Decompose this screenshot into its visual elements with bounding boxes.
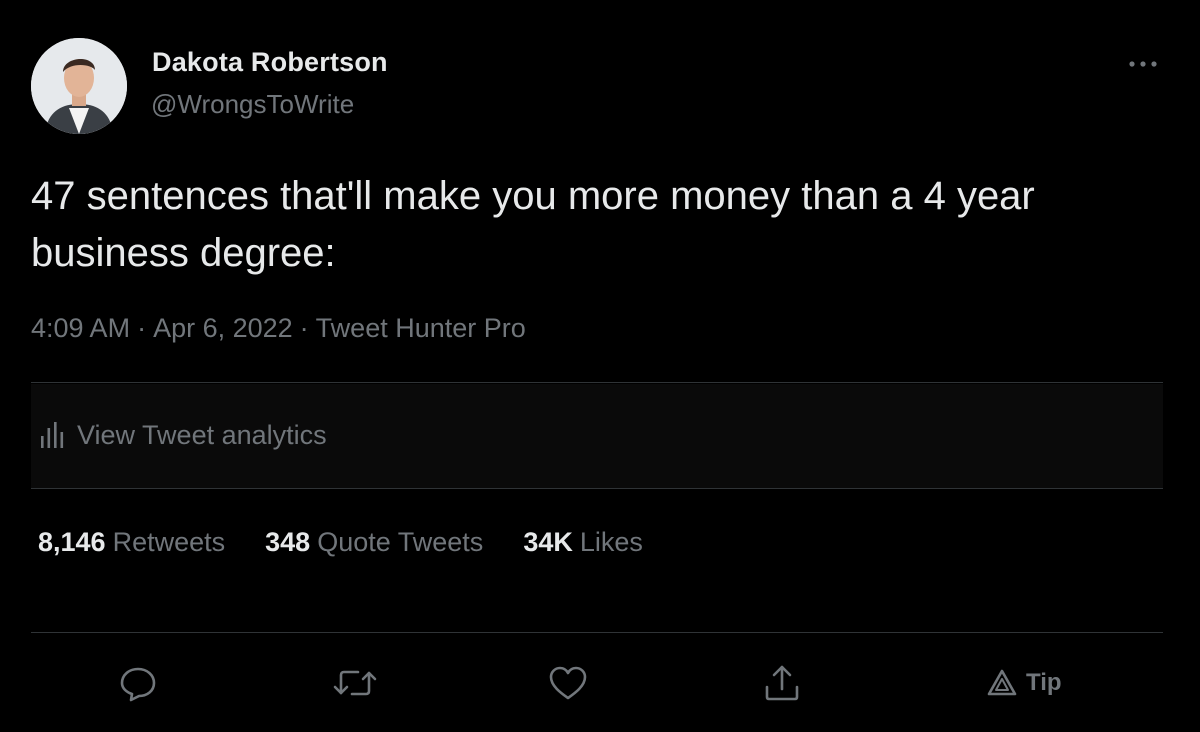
like-icon: [549, 666, 587, 700]
more-options-button[interactable]: [1122, 50, 1164, 78]
likes-count: 34K: [523, 527, 573, 557]
likes-label: Likes: [579, 527, 643, 557]
divider: [31, 488, 1163, 489]
avatar[interactable]: [31, 38, 127, 134]
author-name[interactable]: Dakota Robertson: [152, 47, 388, 78]
tweet-date[interactable]: Apr 6, 2022: [153, 313, 293, 343]
divider: [31, 632, 1163, 633]
quote-tweets-count: 348: [265, 527, 311, 557]
tip-label: Tip: [1026, 669, 1062, 696]
tweet-time[interactable]: 4:09 AM: [31, 313, 130, 343]
tweet-text: 47 sentences that'll make you more money…: [31, 174, 1035, 275]
divider: [31, 382, 1163, 383]
view-analytics-button[interactable]: View Tweet analytics: [31, 384, 1163, 488]
reply-button[interactable]: [118, 662, 158, 704]
like-button[interactable]: [547, 662, 589, 704]
likes-stat[interactable]: 34K Likes: [523, 527, 643, 558]
meta-separator: ·: [299, 313, 309, 343]
more-icon: [1129, 61, 1157, 67]
retweet-icon: [333, 670, 377, 696]
tip-button[interactable]: Tip: [986, 662, 1062, 704]
share-icon: [765, 665, 799, 701]
share-button[interactable]: [762, 662, 802, 704]
analytics-label: View Tweet analytics: [77, 420, 327, 450]
tweet-stats: 8,146 Retweets 348 Quote Tweets 34K Likes: [38, 527, 643, 558]
tweet-meta: 4:09 AM · Apr 6, 2022 · Tweet Hunter Pro: [31, 313, 526, 344]
author-handle[interactable]: @WrongsToWrite: [151, 89, 354, 120]
tip-icon: [987, 669, 1017, 696]
retweets-label: Retweets: [112, 527, 226, 557]
retweet-button[interactable]: [332, 662, 378, 704]
meta-separator: ·: [137, 313, 147, 343]
tweet-source[interactable]: Tweet Hunter Pro: [316, 313, 526, 343]
tweet-detail: Dakota Robertson @WrongsToWrite 47 sente…: [0, 0, 1200, 732]
quote-tweets-stat[interactable]: 348 Quote Tweets: [265, 527, 483, 558]
quote-tweets-label: Quote Tweets: [317, 527, 484, 557]
analytics-icon: [41, 422, 64, 448]
retweets-count: 8,146: [38, 527, 106, 557]
retweets-stat[interactable]: 8,146 Retweets: [38, 527, 225, 558]
reply-icon: [120, 667, 156, 702]
